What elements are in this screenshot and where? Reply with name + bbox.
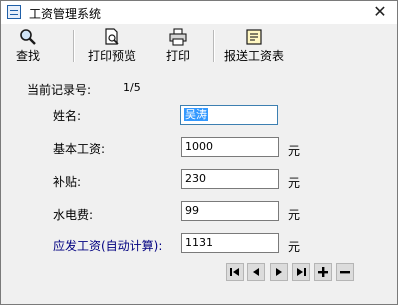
find-label: 查找 xyxy=(15,49,40,63)
toolbar-separator xyxy=(73,30,75,62)
prev-record-button[interactable] xyxy=(247,263,265,281)
window-title: 工资管理系统 xyxy=(29,7,102,21)
last-record-button[interactable] xyxy=(292,263,310,281)
submit-payroll-label: 报送工资表 xyxy=(223,49,284,63)
prev-icon xyxy=(253,268,259,276)
record-number-value: 1/5 xyxy=(123,81,141,94)
payable-salary-label: 应发工资(自动计算): xyxy=(53,239,163,253)
name-field[interactable]: 吴涛 xyxy=(180,105,278,125)
print-preview-label: 打印预览 xyxy=(87,49,136,63)
subsidy-label: 补贴: xyxy=(53,175,82,189)
find-button[interactable]: 查找 xyxy=(11,28,45,64)
print-button[interactable]: 打印 xyxy=(163,28,193,64)
app-window: 工资管理系统 ✕ 查找 打印预览 打印 报送工资表 当前记录号: 1/5 姓名:… xyxy=(0,0,398,305)
toolbar: 查找 打印预览 打印 报送工资表 xyxy=(1,24,397,68)
print-preview-icon xyxy=(86,28,138,46)
report-icon xyxy=(221,28,287,46)
next-record-button[interactable] xyxy=(270,263,288,281)
utilities-field[interactable]: 99 xyxy=(181,201,279,221)
record-number-label: 当前记录号: xyxy=(27,83,92,97)
last-icon xyxy=(297,268,306,276)
submit-payroll-button[interactable]: 报送工资表 xyxy=(221,28,287,64)
add-record-button[interactable] xyxy=(314,263,332,281)
payable-salary-field[interactable]: 1131 xyxy=(181,233,279,253)
base-salary-unit: 元 xyxy=(288,144,301,158)
printer-icon xyxy=(163,28,193,46)
name-label: 姓名: xyxy=(53,109,82,123)
title-bar: 工资管理系统 ✕ xyxy=(1,1,397,24)
minus-icon xyxy=(340,271,350,274)
print-label: 打印 xyxy=(165,49,190,63)
toolbar-separator xyxy=(213,30,215,62)
utilities-unit: 元 xyxy=(288,208,301,222)
utilities-label: 水电费: xyxy=(53,208,94,222)
app-icon xyxy=(7,5,21,19)
subsidy-field[interactable]: 230 xyxy=(181,169,279,189)
magnifier-icon xyxy=(11,28,45,46)
name-value: 吴涛 xyxy=(184,108,208,121)
next-icon xyxy=(276,268,282,276)
base-salary-field[interactable]: 1000 xyxy=(181,137,279,157)
first-icon xyxy=(230,268,239,276)
subsidy-unit: 元 xyxy=(288,176,301,190)
first-record-button[interactable] xyxy=(226,263,244,281)
delete-record-button[interactable] xyxy=(336,263,354,281)
close-button[interactable]: ✕ xyxy=(371,3,389,21)
plus-icon xyxy=(318,267,328,277)
print-preview-button[interactable]: 打印预览 xyxy=(86,28,138,64)
payable-salary-unit: 元 xyxy=(288,240,301,254)
base-salary-label: 基本工资: xyxy=(53,142,106,156)
